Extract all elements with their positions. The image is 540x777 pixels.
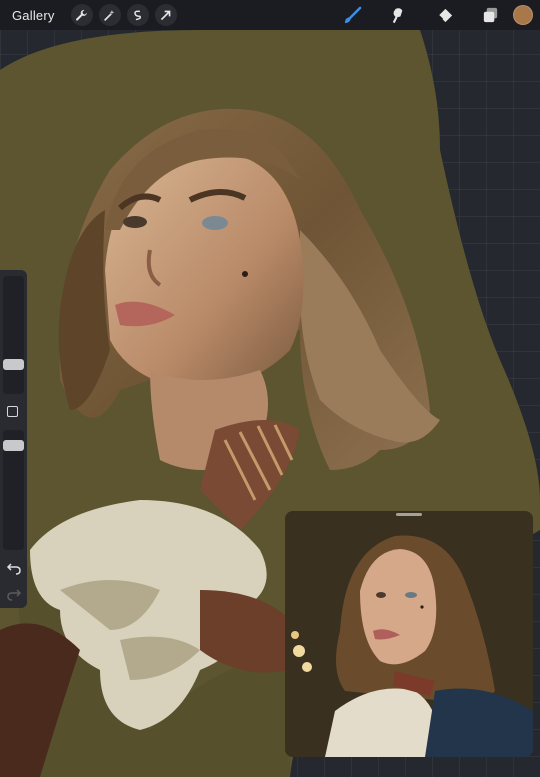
top-toolbar: Gallery	[0, 0, 540, 30]
left-eye	[123, 216, 147, 228]
adjustments-button[interactable]	[98, 4, 121, 26]
actions-button[interactable]	[70, 4, 93, 26]
brush-size-handle[interactable]	[3, 359, 24, 370]
right-eye	[202, 216, 228, 230]
undo-icon[interactable]	[6, 560, 22, 576]
layers-icon	[483, 7, 497, 22]
selection-icon	[134, 10, 142, 20]
color-picker-swatch[interactable]	[513, 5, 533, 25]
smudge-tool-button[interactable]	[375, 0, 421, 30]
brush-size-slider[interactable]	[3, 276, 24, 394]
brush-icon	[344, 6, 361, 23]
reference-window[interactable]	[285, 511, 533, 757]
beauty-mark	[242, 271, 248, 277]
magic-wand-icon	[104, 9, 115, 21]
selection-button[interactable]	[126, 4, 149, 26]
tool-selector	[329, 0, 540, 30]
layers-button[interactable]	[467, 0, 513, 30]
left-sidebar	[0, 270, 27, 608]
redo-icon[interactable]	[6, 586, 22, 602]
transform-button[interactable]	[154, 4, 177, 26]
smudge-icon	[392, 7, 402, 23]
eraser-tool-button[interactable]	[421, 0, 467, 30]
brush-tool-button[interactable]	[329, 0, 375, 30]
wrench-icon	[76, 9, 87, 21]
modify-button[interactable]	[7, 406, 18, 417]
transform-arrow-icon	[160, 10, 171, 20]
opacity-handle[interactable]	[3, 440, 24, 451]
reference-photo	[285, 511, 533, 757]
gallery-button[interactable]: Gallery	[12, 8, 55, 23]
eraser-icon	[437, 8, 452, 22]
reference-drag-handle[interactable]	[396, 513, 422, 516]
